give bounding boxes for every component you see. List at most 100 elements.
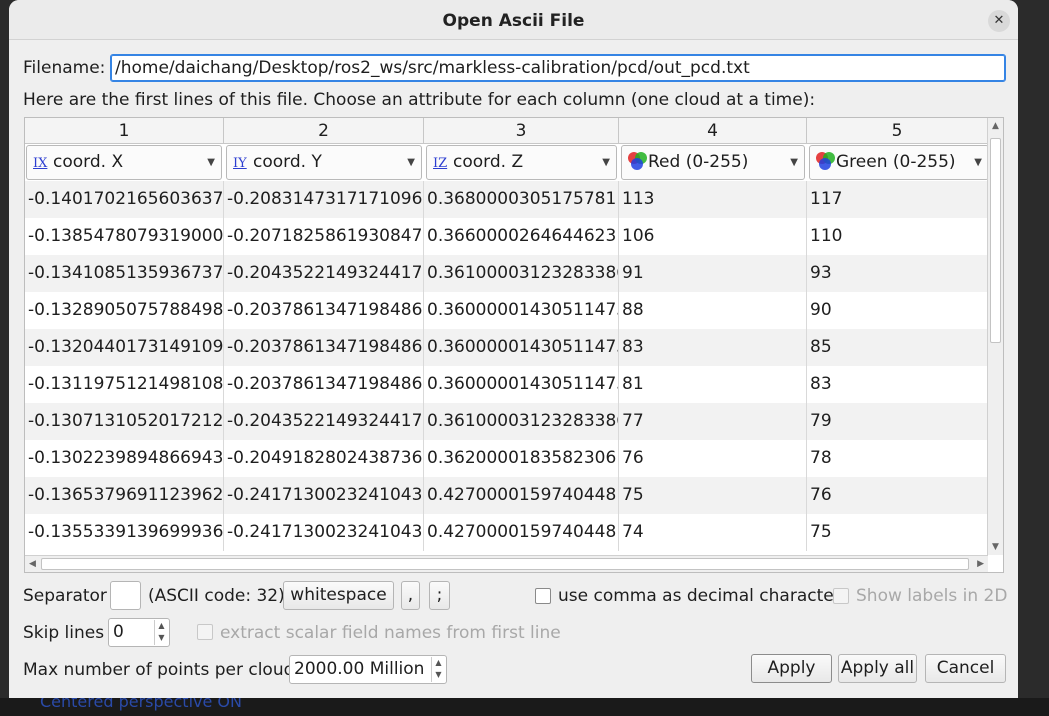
ascii-code-text: (ASCII code: 32)	[148, 586, 285, 606]
comma-decimal-checkbox[interactable]	[535, 588, 551, 604]
cancel-button[interactable]: Cancel	[925, 654, 1006, 683]
table-cell[interactable]: 106	[619, 218, 807, 255]
column-type-select-4[interactable]: Red (0-255) ▼	[621, 145, 805, 180]
table-cell[interactable]: 76	[807, 477, 988, 514]
scroll-right-icon[interactable]: ▶	[977, 559, 984, 569]
table-cell[interactable]: 78	[807, 440, 988, 477]
table-cell[interactable]: -0.20378613471984863	[224, 366, 424, 403]
table-cell[interactable]: 0.36000001430511475	[424, 329, 619, 366]
table-cell[interactable]: 110	[807, 218, 988, 255]
rgb-icon	[628, 152, 648, 170]
table-cell[interactable]: 88	[619, 292, 807, 329]
table-cell[interactable]: -0.14017021656036377	[25, 181, 224, 218]
table-cell[interactable]: 0.4270000159740448	[424, 477, 619, 514]
axis-z-icon: IZ	[433, 156, 448, 171]
spin-arrows-icon[interactable]: ▲ ▼	[154, 620, 168, 645]
table-cell[interactable]: 0.3660000264644623	[424, 218, 619, 255]
table-cell[interactable]: -0.1355339139699936	[25, 514, 224, 551]
table-cell[interactable]: 83	[807, 366, 988, 403]
apply-button[interactable]: Apply	[751, 654, 832, 683]
table-cell[interactable]: 0.36000001430511475	[424, 366, 619, 403]
skip-lines-value: 0	[113, 622, 124, 642]
max-points-spinbox[interactable]: 2000.00 Million ▲ ▼	[289, 655, 447, 684]
table-cell[interactable]: 81	[619, 366, 807, 403]
table-cell[interactable]: -0.2417130023241043	[224, 514, 424, 551]
scroll-up-icon[interactable]: ▲	[992, 121, 999, 131]
column-number-3: 3	[424, 118, 619, 144]
comma-button[interactable]: ,	[401, 581, 420, 610]
table-cell[interactable]: -0.1341085135936737	[25, 255, 224, 292]
skip-lines-label: Skip lines	[23, 623, 105, 643]
table-cell[interactable]: 91	[619, 255, 807, 292]
whitespace-button[interactable]: whitespace	[283, 581, 394, 610]
table-cell[interactable]: -0.13022398948669434	[25, 440, 224, 477]
column-type-label: coord. Z	[453, 152, 524, 172]
table-cell[interactable]: 75	[807, 514, 988, 551]
table-cell[interactable]: -0.13653796911239624	[25, 477, 224, 514]
extract-names-label: extract scalar field names from first li…	[220, 623, 561, 643]
semicolon-button[interactable]: ;	[429, 581, 450, 610]
spin-arrows-icon[interactable]: ▲ ▼	[431, 657, 445, 682]
open-ascii-dialog: Open Ascii File ✕ Filename: /home/daicha…	[9, 0, 1018, 698]
table-cell[interactable]: 83	[619, 329, 807, 366]
filename-field[interactable]: /home/daichang/Desktop/ros2_ws/src/markl…	[110, 54, 1006, 82]
table-cell[interactable]: 75	[619, 477, 807, 514]
column-type-select-1[interactable]: IX coord. X ▼	[26, 145, 222, 180]
table-cell[interactable]: 76	[619, 440, 807, 477]
table-cell[interactable]: -0.13854780793190002	[25, 218, 224, 255]
column-number-2: 2	[224, 118, 424, 144]
column-type-select-3[interactable]: IZ coord. Z ▼	[426, 145, 617, 180]
show-labels-checkbox[interactable]	[833, 588, 849, 604]
table-cell[interactable]: 117	[807, 181, 988, 218]
table-cell[interactable]: -0.1311975121498108	[25, 366, 224, 403]
vertical-scrollbar[interactable]: ▲ ▼	[987, 118, 1003, 555]
skip-lines-spinbox[interactable]: 0 ▲ ▼	[108, 618, 170, 647]
table-cell[interactable]: 85	[807, 329, 988, 366]
comma-decimal-label: use comma as decimal character	[558, 586, 841, 606]
table-cell[interactable]: -0.2049182802438736	[224, 440, 424, 477]
table-cell[interactable]: -0.2043522149324417	[224, 403, 424, 440]
table-cell[interactable]: -0.20831473171710968	[224, 181, 424, 218]
table-cell[interactable]: 77	[619, 403, 807, 440]
table-cell[interactable]: 0.4270000159740448	[424, 514, 619, 551]
chevron-down-icon: ▼	[602, 157, 610, 168]
table-cell[interactable]: -0.2417130023241043	[224, 477, 424, 514]
axis-y-icon: IY	[233, 156, 247, 171]
table-cell[interactable]: 79	[807, 403, 988, 440]
table-cell[interactable]: 0.36100003123283386	[424, 403, 619, 440]
column-type-label: coord. X	[53, 152, 124, 172]
column-type-label: coord. Y	[253, 152, 322, 172]
column-type-select-5[interactable]: Green (0-255) ▼	[809, 145, 989, 180]
table-cell[interactable]: -0.2043522149324417	[224, 255, 424, 292]
separator-field[interactable]	[110, 581, 141, 610]
scroll-down-icon[interactable]: ▼	[992, 542, 999, 552]
column-type-select-2[interactable]: IY coord. Y ▼	[226, 145, 422, 180]
instructions-text: Here are the first lines of this file. C…	[23, 90, 816, 110]
close-icon[interactable]: ✕	[988, 10, 1010, 32]
table-cell[interactable]: 0.3620000183582306	[424, 440, 619, 477]
apply-all-button[interactable]: Apply all	[838, 654, 917, 683]
table-cell[interactable]: 74	[619, 514, 807, 551]
column-number-1: 1	[25, 118, 224, 144]
table-cell[interactable]: -0.1320440173149109	[25, 329, 224, 366]
dialog-title: Open Ascii File	[442, 11, 585, 31]
table-cell[interactable]: 0.3680000305175781	[424, 181, 619, 218]
table-cell[interactable]: 90	[807, 292, 988, 329]
extract-names-checkbox[interactable]	[197, 624, 213, 640]
table-cell[interactable]: -0.20378613471984863	[224, 292, 424, 329]
scroll-left-icon[interactable]: ◀	[29, 559, 36, 569]
scrollbar-thumb[interactable]	[990, 138, 1001, 343]
table-cell[interactable]: -0.20718258619308472	[224, 218, 424, 255]
table-cell[interactable]: 113	[619, 181, 807, 218]
table-cell[interactable]: 0.36000001430511475	[424, 292, 619, 329]
table-cell[interactable]: 93	[807, 255, 988, 292]
table-cell[interactable]: 0.36100003123283386	[424, 255, 619, 292]
column-type-label: Red (0-255)	[648, 152, 749, 172]
columns-table[interactable]: 1 2 3 4 5 IX coord. X ▼ IY coord. Y ▼ IZ co…	[24, 117, 1004, 573]
horizontal-scrollbar[interactable]: ◀ ▶	[25, 555, 988, 572]
table-cell[interactable]: -0.1328905075788498	[25, 292, 224, 329]
scrollbar-thumb[interactable]	[41, 558, 969, 570]
table-cell[interactable]: -0.1307131052017212	[25, 403, 224, 440]
max-points-value: 2000.00 Million	[294, 659, 425, 679]
table-cell[interactable]: -0.20378613471984863	[224, 329, 424, 366]
